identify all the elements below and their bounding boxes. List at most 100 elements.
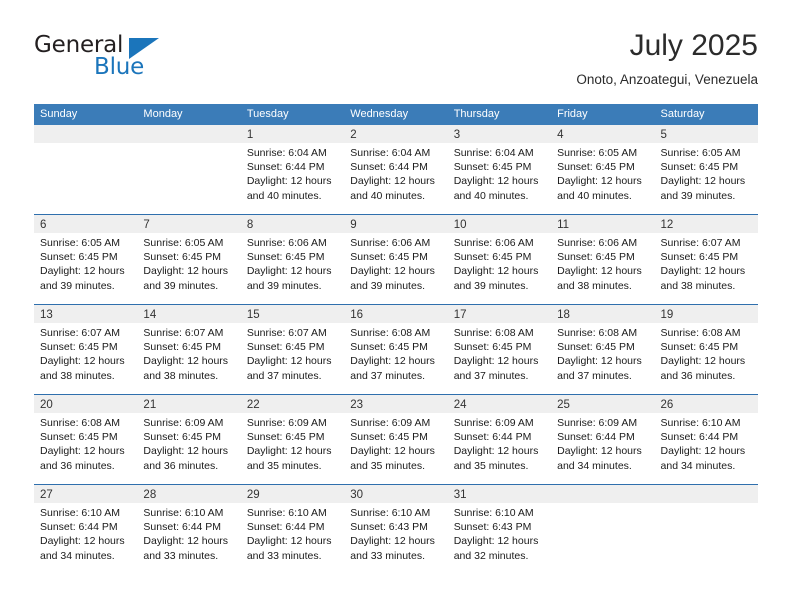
calendar-day-cell[interactable]: 1 Sunrise: 6:04 AM Sunset: 6:44 PM Daylight… [240,125,345,214]
calendar-day-cell[interactable]: 9 Sunrise: 6:06 AM Sunset: 6:45 PM Daylight… [344,215,448,304]
calendar-day-cell[interactable]: 21 Sunrise: 6:09 AM Sunset: 6:45 PM Dayligh… [137,395,241,484]
day-number: 18 [557,309,570,321]
calendar-day-cell[interactable]: 12 Sunrise: 6:07 AM Sunset: 6:45 PM Dayligh… [654,215,758,304]
day-number: 19 [660,309,674,321]
sunset-text: Sunset: 6:44 PM [246,161,325,174]
calendar-day-cell[interactable]: 13 Sunrise: 6:07 AM Sunset: 6:45 PM Dayligh… [34,305,138,394]
sunrise-text: Sunrise: 6:10 AM [40,507,120,519]
daylight-text-line2: and 35 minutes. [453,459,529,472]
calendar-day-cell[interactable]: 6 Sunrise: 6:05 AM Sunset: 6:45 PM Daylight… [34,215,138,304]
daylight-text-line1: Daylight: 12 hours [246,355,332,368]
sunrise-text: Sunrise: 6:06 AM [453,237,534,249]
calendar-day-cell[interactable]: 14 Sunrise: 6:07 AM Sunset: 6:45 PM Dayligh… [137,305,241,394]
calendar-day-cell[interactable]: 20 Sunrise: 6:08 AM Sunset: 6:45 PM Dayligh… [34,395,138,484]
calendar-day-cell[interactable]: 18 Sunrise: 6:08 AM Sunset: 6:45 PM Dayligh… [551,305,655,394]
day-number-strip: 4 [551,125,655,143]
daylight-text-line1: Daylight: 12 hours [40,265,125,278]
daylight-text-line2: and 37 minutes. [350,369,425,382]
calendar-day-cell[interactable]: 15 Sunrise: 6:07 AM Sunset: 6:45 PM Dayligh… [240,305,345,394]
daylight-text-line2: and 34 minutes. [557,459,632,472]
sunrise-text: Sunrise: 6:04 AM [453,147,534,159]
daylight-text-line2: and 37 minutes. [453,369,529,382]
weekday-monday: Monday [143,108,183,120]
calendar-day-cell[interactable]: 30 Sunrise: 6:10 AM Sunset: 6:43 PM Dayligh… [344,485,448,574]
calendar-day-cell[interactable]: 4 Sunrise: 6:05 AM Sunset: 6:45 PM Daylight… [551,125,655,214]
calendar-day-cell[interactable]: 24 Sunrise: 6:09 AM Sunset: 6:44 PM Dayligh… [447,395,552,484]
sunrise-text: Sunrise: 6:09 AM [246,417,327,429]
day-number: 25 [557,399,570,411]
calendar-day-cell[interactable]: 2 Sunrise: 6:04 AM Sunset: 6:44 PM Daylight… [344,125,448,214]
page-subtitle: Onoto, Anzoategui, Venezuela [576,72,758,87]
daylight-text-line1: Daylight: 12 hours [557,355,642,368]
day-details: Sunrise: 6:05 AM Sunset: 6:45 PM Daylight:… [551,143,654,203]
sunset-text: Sunset: 6:44 PM [660,431,739,444]
day-number-strip: 3 [447,125,552,143]
daylight-text-line2: and 34 minutes. [660,459,736,472]
weekday-sunday: Sunday [40,108,78,120]
daylight-text-line2: and 34 minutes. [40,549,115,562]
day-number: 28 [143,489,157,501]
day-details: Sunrise: 6:09 AM Sunset: 6:45 PM Daylight:… [241,413,344,473]
day-number: 14 [143,309,157,321]
calendar-day-cell[interactable]: 11 Sunrise: 6:06 AM Sunset: 6:45 PM Dayligh… [551,215,655,304]
daylight-text-line1: Daylight: 12 hours [246,265,332,278]
calendar-day-cell[interactable]: 23 Sunrise: 6:09 AM Sunset: 6:45 PM Dayligh… [344,395,448,484]
sunrise-text: Sunrise: 6:07 AM [40,327,120,339]
sunset-text: Sunset: 6:43 PM [350,521,428,534]
day-number: 6 [40,219,47,231]
calendar-day-cell[interactable]: 29 Sunrise: 6:10 AM Sunset: 6:44 PM Dayligh… [240,485,345,574]
calendar-weeks: 1 Sunrise: 6:04 AM Sunset: 6:44 PM Daylight… [34,125,758,574]
calendar-day-cell[interactable]: 17 Sunrise: 6:08 AM Sunset: 6:45 PM Dayligh… [447,305,552,394]
daylight-text-line1: Daylight: 12 hours [40,535,125,548]
calendar-day-cell[interactable]: 3 Sunrise: 6:04 AM Sunset: 6:45 PM Daylight… [447,125,552,214]
day-details: Sunrise: 6:06 AM Sunset: 6:45 PM Daylight:… [344,233,447,293]
calendar-day-cell[interactable]: 5 Sunrise: 6:05 AM Sunset: 6:45 PM Daylight… [654,125,758,214]
day-number: 2 [350,129,357,141]
sunrise-text: Sunrise: 6:08 AM [350,327,431,339]
day-number: 10 [453,219,467,231]
day-number-strip: 19 [654,305,758,323]
daylight-text-line1: Daylight: 12 hours [143,535,229,548]
calendar-day-cell[interactable]: 31 Sunrise: 6:10 AM Sunset: 6:43 PM Dayligh… [447,485,552,574]
daylight-text-line2: and 39 minutes. [350,279,425,292]
calendar-day-cell[interactable]: 26 Sunrise: 6:10 AM Sunset: 6:44 PM Dayligh… [654,395,758,484]
calendar-day-cell[interactable]: 25 Sunrise: 6:09 AM Sunset: 6:44 PM Dayligh… [551,395,655,484]
sunrise-text: Sunrise: 6:05 AM [557,147,638,159]
day-details: Sunrise: 6:07 AM Sunset: 6:45 PM Daylight:… [34,323,137,383]
calendar-day-cell[interactable]: 22 Sunrise: 6:09 AM Sunset: 6:45 PM Dayligh… [240,395,345,484]
day-number-strip: 13 [34,305,138,323]
day-number-strip: 7 [137,215,241,233]
daylight-text-line2: and 36 minutes. [660,369,736,382]
sunset-text: Sunset: 6:45 PM [143,341,222,354]
day-number: 29 [246,489,260,501]
calendar-day-cell[interactable]: 16 Sunrise: 6:08 AM Sunset: 6:45 PM Dayligh… [344,305,448,394]
calendar-day-cell[interactable]: 8 Sunrise: 6:06 AM Sunset: 6:45 PM Daylight… [240,215,345,304]
weekday-thursday: Thursday [453,108,500,120]
sunrise-text: Sunrise: 6:07 AM [143,327,224,339]
daylight-text-line2: and 35 minutes. [246,459,322,472]
daylight-text-line2: and 36 minutes. [40,459,115,472]
day-details: Sunrise: 6:05 AM Sunset: 6:45 PM Daylight:… [655,143,758,203]
day-number-strip [654,485,758,503]
calendar-week-row: 13 Sunrise: 6:07 AM Sunset: 6:45 PM Dayligh… [34,304,758,394]
calendar-day-cell[interactable]: 28 Sunrise: 6:10 AM Sunset: 6:44 PM Dayligh… [137,485,241,574]
sunset-text: Sunset: 6:45 PM [350,431,428,444]
calendar-day-cell[interactable]: 10 Sunrise: 6:06 AM Sunset: 6:45 PM Dayligh… [447,215,552,304]
calendar-day-cell[interactable]: 19 Sunrise: 6:08 AM Sunset: 6:45 PM Dayligh… [654,305,758,394]
sunrise-text: Sunrise: 6:09 AM [557,417,638,429]
sunset-text: Sunset: 6:45 PM [557,251,635,264]
daylight-text-line1: Daylight: 12 hours [350,535,435,548]
generalblue-logo[interactable]: General Blue [34,32,214,88]
calendar-day-cell[interactable]: 7 Sunrise: 6:05 AM Sunset: 6:45 PM Daylight… [137,215,241,304]
day-details: Sunrise: 6:10 AM Sunset: 6:43 PM Daylight:… [344,503,447,563]
sunset-text: Sunset: 6:44 PM [557,431,635,444]
day-number: 12 [660,219,674,231]
daylight-text-line1: Daylight: 12 hours [350,265,435,278]
day-details: Sunrise: 6:07 AM Sunset: 6:45 PM Daylight:… [137,323,240,383]
day-number-strip: 6 [34,215,138,233]
sunset-text: Sunset: 6:45 PM [660,161,739,174]
calendar-day-cell[interactable]: 27 Sunrise: 6:10 AM Sunset: 6:44 PM Dayligh… [34,485,138,574]
day-number-strip: 20 [34,395,138,413]
sunset-text: Sunset: 6:45 PM [557,341,635,354]
day-details: Sunrise: 6:06 AM Sunset: 6:45 PM Daylight:… [241,233,344,293]
